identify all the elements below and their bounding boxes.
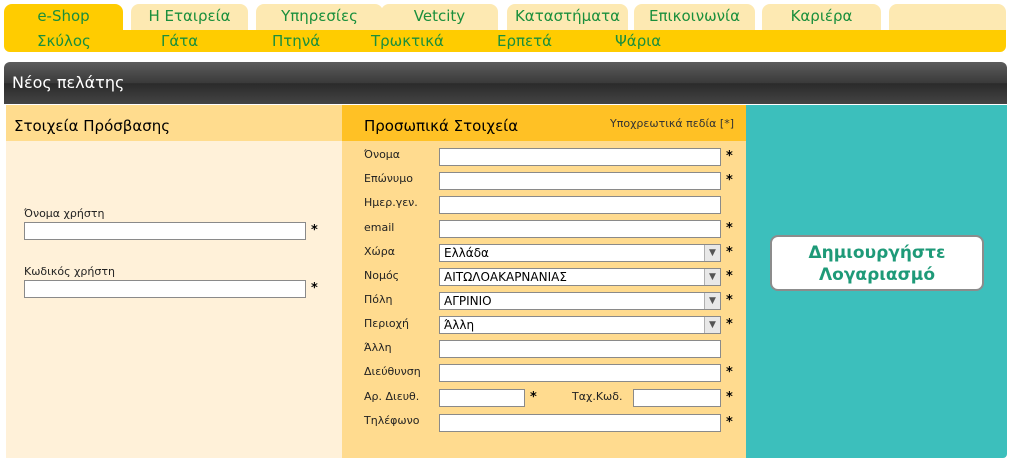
area-label: Περιοχή: [364, 317, 409, 330]
prefecture-selected-value: ΑΙΤΩΛΟΑΚΑΡΝΑΝΙΑΣ: [444, 270, 567, 284]
area-select[interactable]: Άλλη ▼: [439, 316, 721, 334]
street-number-required-mark: *: [530, 390, 537, 405]
tab-careers[interactable]: Καριέρα: [762, 4, 881, 30]
country-selected-value: Ελλάδα: [444, 246, 489, 260]
first-name-label: Όνομα: [364, 148, 401, 161]
other-area-label: Άλλη: [364, 341, 392, 354]
chevron-down-icon[interactable]: ▼: [704, 317, 720, 333]
chevron-down-icon[interactable]: ▼: [704, 269, 720, 285]
subnav-rodents[interactable]: Τρωκτικά: [371, 30, 444, 52]
category-subnav: Σκύλος Γάτα Πτηνά Τρωκτικά Ερπετά Ψάρια: [4, 30, 1006, 52]
password-required-mark: *: [311, 281, 318, 296]
phone-required-mark: *: [726, 415, 733, 430]
phone-label: Τηλέφωνο: [364, 414, 420, 427]
address-input[interactable]: [439, 364, 721, 382]
birthdate-input[interactable]: [439, 196, 721, 214]
postcode-label: Ταχ.Κωδ.: [572, 390, 623, 403]
first-name-input[interactable]: [439, 148, 721, 166]
page-header: Νέος πελάτης: [4, 62, 1007, 104]
phone-input[interactable]: [439, 414, 721, 432]
username-label: Όνομα χρήστη: [24, 207, 105, 220]
city-label: Πόλη: [364, 293, 393, 306]
country-required-mark: *: [726, 245, 733, 260]
create-account-button[interactable]: Δημιουργήστε Λογαριασμό: [770, 235, 984, 291]
area-required-mark: *: [726, 317, 733, 332]
city-selected-value: ΑΓΡΙΝΙΟ: [444, 294, 492, 308]
city-required-mark: *: [726, 293, 733, 308]
access-section-header: Στοιχεία Πρόσβασης: [6, 105, 342, 141]
chevron-down-icon[interactable]: ▼: [704, 293, 720, 309]
country-select[interactable]: Ελλάδα ▼: [439, 244, 721, 262]
prefecture-required-mark: *: [726, 269, 733, 284]
subnav-dog[interactable]: Σκύλος: [37, 30, 91, 52]
subnav-birds[interactable]: Πτηνά: [272, 30, 320, 52]
subnav-cat[interactable]: Γάτα: [161, 30, 198, 52]
prefecture-label: Νομός: [364, 269, 400, 282]
email-input[interactable]: [439, 220, 721, 238]
personal-section-title: Προσωπικά Στοιχεία: [364, 117, 519, 135]
page-title: Νέος πελάτης: [12, 73, 125, 92]
area-selected-value: Άλλη: [444, 318, 475, 332]
password-label: Κωδικός χρήστη: [24, 265, 115, 278]
street-number-label: Αρ. Διευθ.: [364, 390, 420, 403]
tab-vetcity[interactable]: Vetcity: [381, 4, 498, 30]
chevron-down-icon[interactable]: ▼: [704, 245, 720, 261]
subnav-reptiles[interactable]: Ερπετά: [497, 30, 552, 52]
city-select[interactable]: ΑΓΡΙΝΙΟ ▼: [439, 292, 721, 310]
email-required-mark: *: [726, 221, 733, 236]
last-name-required-mark: *: [726, 173, 733, 188]
access-section-title: Στοιχεία Πρόσβασης: [14, 117, 171, 135]
username-input[interactable]: [24, 222, 306, 240]
last-name-input[interactable]: [439, 172, 721, 190]
username-required-mark: *: [311, 223, 318, 238]
street-number-input[interactable]: [439, 389, 525, 407]
access-section: Στοιχεία Πρόσβασης Όνομα χρήστη * Κωδικό…: [6, 105, 342, 458]
prefecture-select[interactable]: ΑΙΤΩΛΟΑΚΑΡΝΑΝΙΑΣ ▼: [439, 268, 721, 286]
last-name-label: Επώνυμο: [364, 172, 414, 185]
other-area-input[interactable]: [439, 340, 721, 358]
create-account-label-line2: Λογαριασμό: [819, 265, 935, 285]
tab-services[interactable]: Υπηρεσίες: [256, 4, 383, 30]
address-label: Διεύθυνση: [364, 365, 421, 378]
tab-company[interactable]: Η Εταιρεία: [131, 4, 248, 30]
first-name-required-mark: *: [726, 149, 733, 164]
tab-eshop[interactable]: e-Shop: [4, 4, 123, 30]
country-label: Χώρα: [364, 245, 395, 258]
tab-stores[interactable]: Καταστήματα: [507, 4, 628, 30]
personal-section: Προσωπικά Στοιχεία Υποχρεωτικά πεδία [*]…: [342, 105, 746, 458]
tab-contact[interactable]: Επικοινωνία: [634, 4, 755, 30]
postcode-input[interactable]: [633, 389, 721, 407]
birthdate-label: Ημερ.γεν.: [364, 196, 418, 209]
subnav-fish[interactable]: Ψάρια: [615, 30, 661, 52]
create-account-label-line1: Δημιουργήστε: [808, 243, 946, 263]
required-fields-note: Υποχρεωτικά πεδία [*]: [610, 117, 734, 130]
tab-empty: [889, 4, 1006, 30]
postcode-required-mark: *: [726, 390, 733, 405]
personal-section-header: Προσωπικά Στοιχεία Υποχρεωτικά πεδία [*]: [342, 105, 746, 141]
top-tabs: e-Shop Η Εταιρεία Υπηρεσίες Vetcity Κατα…: [0, 0, 1010, 30]
password-input[interactable]: [24, 280, 306, 298]
email-label: email: [364, 221, 395, 234]
address-required-mark: *: [726, 365, 733, 380]
